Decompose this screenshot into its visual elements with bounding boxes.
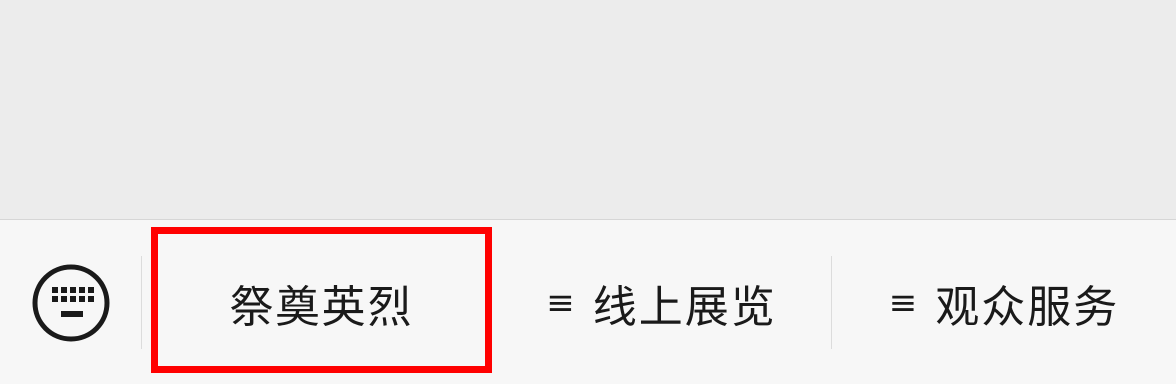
submenu-icon: ≡	[888, 282, 918, 323]
menu-item-memorial[interactable]: 祭奠英烈	[151, 220, 492, 385]
submenu-icon: ≡	[546, 282, 575, 323]
menu-item-label: 线上展览	[592, 281, 777, 333]
menu-item-online-exhibition[interactable]: ≡ 线上展览	[492, 220, 831, 385]
menu-item-label: 观众服务	[935, 281, 1120, 333]
menu-item-visitor-services[interactable]: ≡ 观众服务	[832, 220, 1176, 385]
bottom-menu-bar: 祭奠英烈 ≡ 线上展览 ≡ 观众服务	[0, 219, 1176, 384]
keyboard-icon	[32, 264, 109, 341]
chat-content-area	[0, 0, 1176, 219]
keyboard-toggle-button[interactable]	[0, 220, 141, 385]
menu-divider	[141, 256, 142, 349]
menu-item-label: 祭奠英烈	[229, 281, 414, 333]
